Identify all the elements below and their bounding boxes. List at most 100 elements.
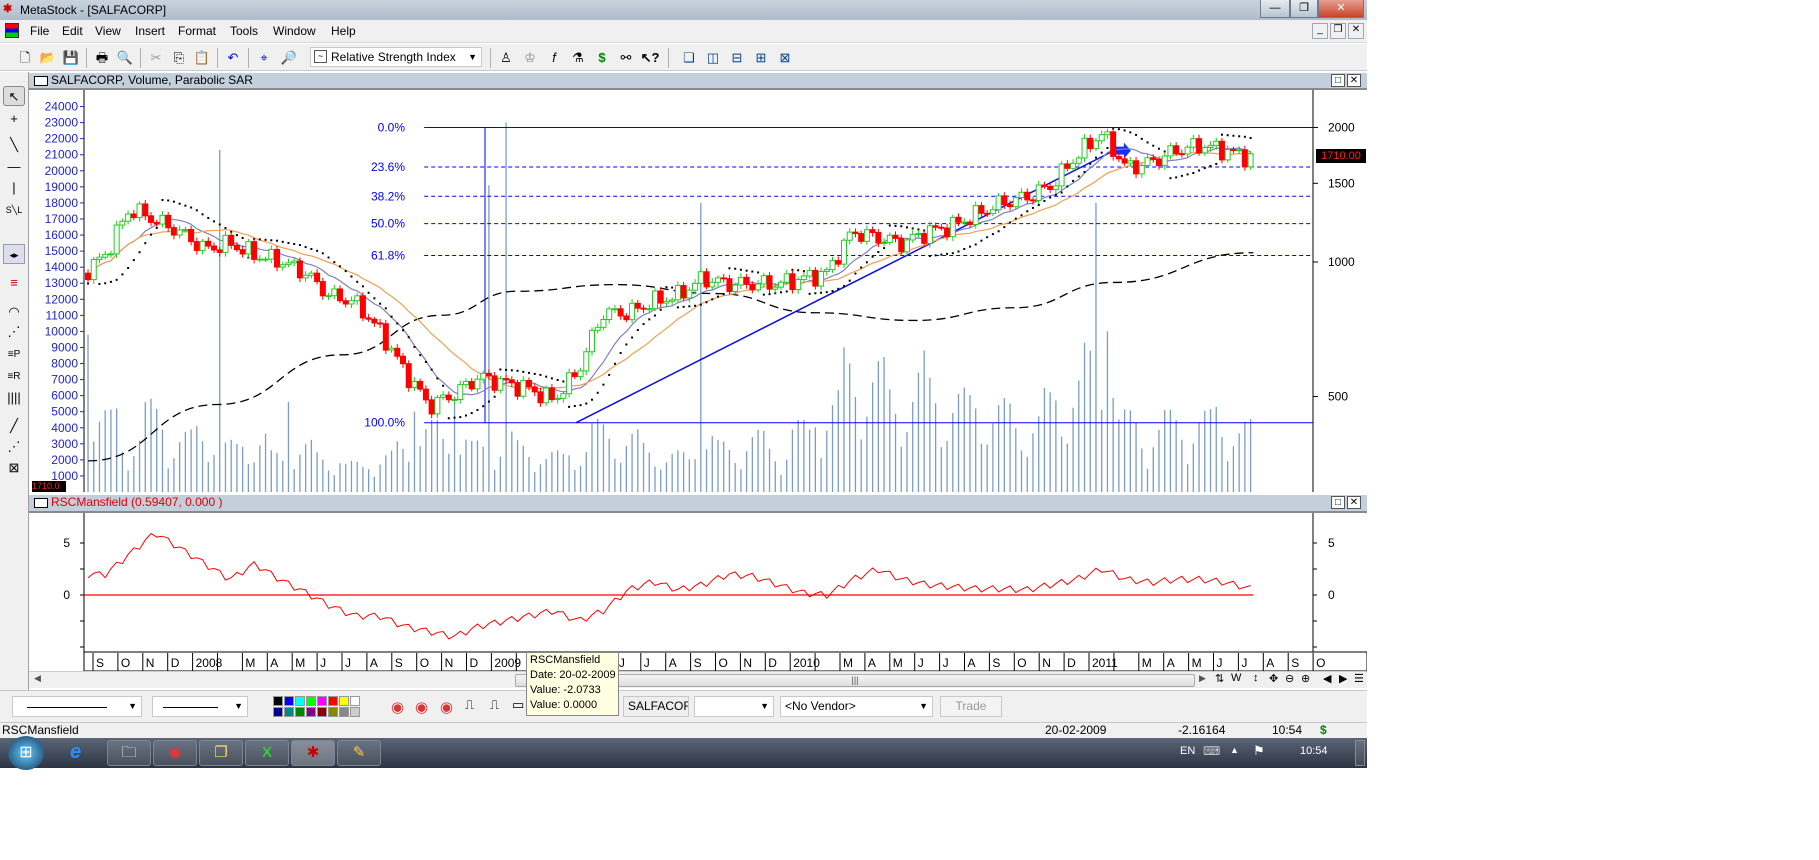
show-hidden-icons-icon[interactable]: ▲	[1230, 745, 1239, 755]
candle-body	[1070, 162, 1077, 169]
candle-body	[228, 234, 235, 246]
candle-body	[400, 355, 407, 365]
date-axis-label: 2009	[494, 656, 521, 670]
trade-button[interactable]: Trade	[940, 696, 1002, 717]
fib-level-label: 61.8%	[371, 248, 405, 262]
periodicity-select[interactable]: ▼	[694, 696, 774, 717]
chrome-taskbar-icon[interactable]: ◉	[153, 740, 197, 766]
left-axis-label: 4000	[51, 421, 78, 435]
language-indicator[interactable]: EN	[1180, 745, 1195, 757]
candle-body	[199, 240, 206, 251]
scroll-forward-icon[interactable]: ▶	[1339, 672, 1347, 685]
internet-explorer-icon[interactable]: e	[70, 741, 81, 764]
start-button[interactable]: ⊞	[8, 736, 44, 770]
candle-body	[611, 308, 618, 311]
color-swatch[interactable]	[317, 696, 327, 706]
periodicity-w-button[interactable]: W	[1231, 672, 1241, 684]
candle-body	[211, 245, 218, 251]
zoom-in-icon[interactable]: ⊕	[1301, 672, 1310, 685]
excel-taskbar-icon[interactable]: X	[245, 740, 289, 766]
color-swatch[interactable]	[328, 696, 338, 706]
vendor-select[interactable]: <No Vendor> ▼	[780, 696, 933, 717]
color-swatch[interactable]	[295, 707, 305, 717]
candle-body	[875, 231, 882, 244]
line-style-select[interactable]: ▼	[12, 696, 142, 717]
scroll-left-arrow-icon[interactable]: ◀	[34, 673, 41, 684]
parabolic-sar-dot	[499, 368, 502, 371]
candle-body	[1047, 185, 1054, 190]
window-icon[interactable]: ▭	[512, 697, 524, 713]
parabolic-sar-dot	[287, 241, 290, 244]
color-swatch[interactable]	[273, 707, 283, 717]
chart-icon[interactable]: ⎍	[465, 697, 474, 713]
candle-body	[1104, 131, 1111, 136]
explorer-taskbar-icon[interactable]: 🗀	[107, 740, 151, 766]
parabolic-sar-dot	[270, 239, 273, 242]
refresh-icon[interactable]: ⇅	[1215, 672, 1224, 685]
paint-taskbar-icon[interactable]: ✎	[337, 740, 381, 766]
vertical-zoom-icon[interactable]: ↕	[1253, 672, 1259, 684]
candle-body	[1173, 145, 1180, 155]
show-desktop-button[interactable]	[1355, 740, 1365, 766]
color-swatch[interactable]	[306, 707, 316, 717]
candle-body	[148, 215, 155, 223]
date-axis-label: A	[270, 656, 278, 670]
candle-body	[1196, 138, 1203, 154]
color-swatch[interactable]	[317, 707, 327, 717]
keyboard-icon[interactable]: ⌨	[1203, 744, 1220, 758]
candle-body	[714, 277, 721, 283]
chart-area[interactable]: 0.0% 23.6% 38.2% 50.0% 61.8% 100.0% 1000 2000 30…	[0, 0, 1367, 690]
parabolic-sar-dot	[1094, 156, 1097, 159]
chrome-icon[interactable]: ◉	[391, 698, 404, 716]
color-swatch[interactable]	[295, 696, 305, 706]
color-palette[interactable]	[273, 696, 373, 718]
color-swatch[interactable]	[284, 696, 294, 706]
tooltip-value2: Value: 0.0000	[530, 699, 598, 711]
color-swatch[interactable]	[339, 707, 349, 717]
line-weight-select[interactable]: ▼	[152, 696, 248, 717]
candle-body	[457, 384, 464, 400]
candle-body	[256, 258, 263, 261]
color-swatch[interactable]	[284, 707, 294, 717]
parabolic-sar-dot	[293, 243, 296, 246]
symbol-field[interactable]: SALFACORP	[623, 696, 689, 717]
color-swatch[interactable]	[350, 696, 360, 706]
candle-body	[1190, 138, 1197, 148]
parabolic-sar-dot	[722, 293, 725, 296]
parabolic-sar-dot	[619, 352, 622, 355]
zoom-out-icon[interactable]: ⊖	[1285, 672, 1294, 685]
color-swatch[interactable]	[328, 707, 338, 717]
color-swatch[interactable]	[339, 696, 349, 706]
parabolic-sar-dot	[453, 416, 456, 419]
list-icon[interactable]: ☰	[1354, 672, 1364, 685]
chrome-icon[interactable]: ◉	[440, 698, 453, 716]
candle-body	[1155, 158, 1162, 167]
color-swatch[interactable]	[306, 696, 316, 706]
candle-body	[279, 264, 286, 268]
horizontal-scrollbar[interactable]: ◀ ||| ▶ ⇅ W ↕ ✥ ⊖ ⊕ ◀ ▶ ☰	[29, 671, 1367, 688]
chart-icon[interactable]: ⎍	[490, 697, 499, 713]
action-center-flag-icon[interactable]: ⚑	[1253, 743, 1265, 759]
metastock-taskbar-icon[interactable]: ✱	[291, 740, 335, 766]
clock[interactable]: 10:54	[1300, 745, 1328, 757]
parabolic-sar-dot	[837, 287, 840, 290]
parabolic-sar-dot	[1003, 226, 1006, 229]
parabolic-sar-dot	[327, 256, 330, 259]
left-axis-label: 18000	[45, 196, 79, 210]
move-icon[interactable]: ✥	[1269, 672, 1278, 685]
files-taskbar-icon[interactable]: ❐	[199, 740, 243, 766]
parabolic-sar-dot	[900, 225, 903, 228]
parabolic-sar-dot	[1209, 164, 1212, 167]
chrome-icon[interactable]: ◉	[415, 698, 428, 716]
parabolic-sar-dot	[676, 306, 679, 309]
candle-body	[938, 226, 945, 229]
candle-body	[1029, 199, 1036, 202]
color-swatch[interactable]	[273, 696, 283, 706]
candle-body	[583, 351, 590, 372]
rsc-axis-label-right: 5	[1328, 536, 1335, 550]
status-text: RSCMansfield	[2, 723, 79, 737]
left-axis-label: 15000	[45, 244, 79, 258]
color-swatch[interactable]	[350, 707, 360, 717]
scroll-right-arrow-icon[interactable]: ▶	[1199, 673, 1206, 684]
scroll-back-icon[interactable]: ◀	[1323, 672, 1331, 685]
